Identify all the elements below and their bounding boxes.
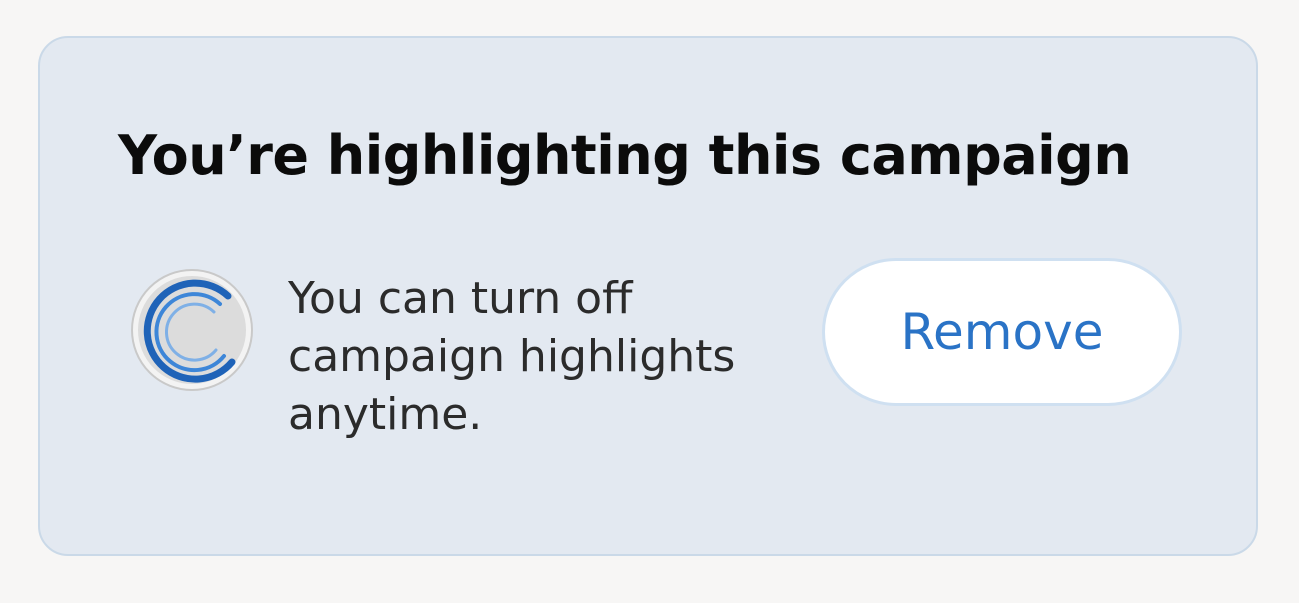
card-description: You can turn off campaign highlights any… — [288, 273, 736, 440]
spinner-graphic — [131, 269, 253, 391]
loading-spinner-icon — [128, 266, 256, 394]
card-title: You’re highlighting this campaign — [118, 124, 1132, 187]
campaign-highlight-card: You’re highlighting this campaign You ca… — [38, 36, 1258, 556]
remove-button[interactable]: Remove — [822, 258, 1182, 406]
